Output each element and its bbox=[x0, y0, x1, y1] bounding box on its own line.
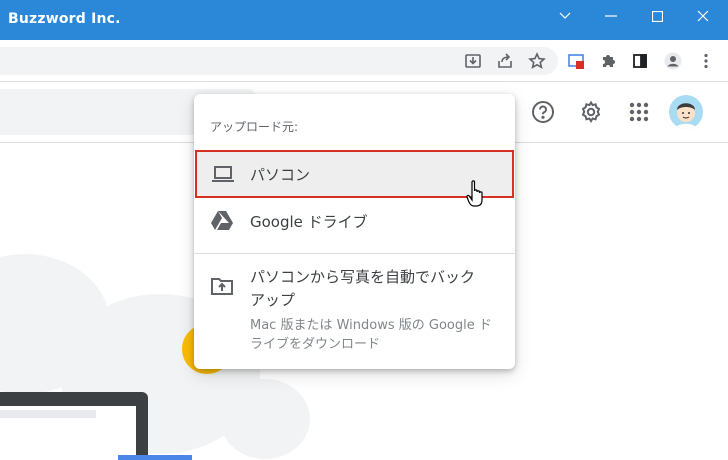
illustration-blue-bar bbox=[118, 455, 192, 460]
apps-grid-icon[interactable] bbox=[624, 97, 654, 127]
chevron-down-icon[interactable] bbox=[542, 0, 588, 32]
account-avatar[interactable] bbox=[669, 95, 703, 129]
google-drive-icon bbox=[210, 209, 234, 233]
backup-description: Mac 版または Windows 版の Google ド ライブをダウンロード bbox=[250, 318, 492, 352]
close-button[interactable] bbox=[680, 0, 726, 32]
laptop-icon bbox=[211, 162, 235, 186]
upload-source-menu: アップロード元: パソコン Google ドライブ パソコンから写真を自動でバッ… bbox=[194, 94, 515, 369]
minimize-button[interactable] bbox=[588, 0, 634, 32]
extension-screenshot-icon[interactable] bbox=[564, 49, 588, 73]
install-app-icon[interactable] bbox=[461, 49, 485, 73]
folder-upload-icon bbox=[210, 274, 234, 298]
menu-item-label: Google ドライブ bbox=[250, 212, 368, 231]
window-title: Buzzword Inc. bbox=[8, 11, 121, 27]
bookmark-star-icon[interactable] bbox=[525, 49, 549, 73]
settings-gear-icon[interactable] bbox=[576, 97, 606, 127]
menu-item-backup-photos[interactable]: パソコンから写真を自動でバック アップ Mac 版または Windows 版の … bbox=[194, 254, 515, 362]
menu-header: アップロード元: bbox=[210, 120, 299, 134]
share-icon[interactable] bbox=[493, 49, 517, 73]
hand-cursor-icon bbox=[466, 180, 486, 208]
backup-title: パソコンから写真を自動でバック アップ bbox=[250, 268, 476, 309]
extensions-puzzle-icon[interactable] bbox=[596, 49, 620, 73]
side-panel-icon[interactable] bbox=[628, 49, 652, 73]
profile-icon[interactable] bbox=[661, 49, 685, 73]
window-titlebar: Buzzword Inc. bbox=[0, 0, 728, 40]
illustration-laptop bbox=[0, 392, 148, 460]
background-cloud bbox=[220, 379, 310, 459]
help-icon[interactable] bbox=[528, 97, 558, 127]
browser-menu-icon[interactable] bbox=[694, 49, 718, 73]
browser-toolbar bbox=[0, 40, 728, 82]
menu-item-label: パソコン bbox=[250, 165, 311, 184]
maximize-button[interactable] bbox=[634, 0, 680, 32]
